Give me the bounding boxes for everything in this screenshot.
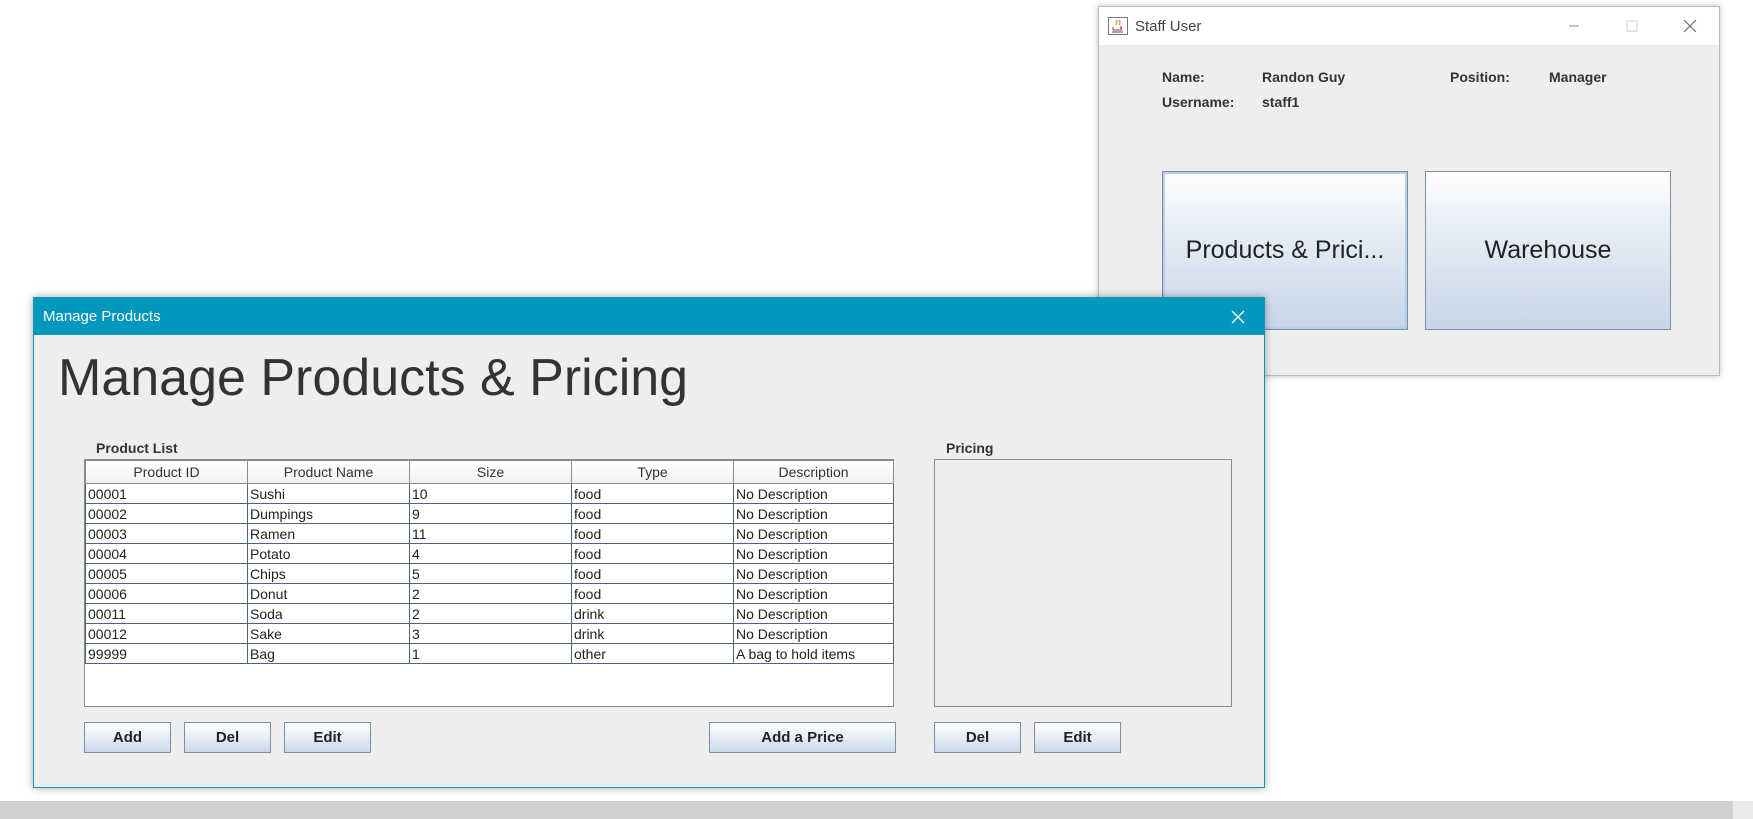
cell-size[interactable]: 9: [409, 503, 572, 524]
position-label: Position:: [1450, 69, 1510, 85]
cell-product-name[interactable]: Potato: [247, 543, 410, 564]
product-list-label: Product List: [96, 440, 178, 456]
manage-window-title: Manage Products: [43, 308, 161, 325]
cell-size[interactable]: 2: [409, 603, 572, 624]
desktop-bottom-bar: [0, 801, 1753, 819]
cell-product-name[interactable]: Chips: [247, 563, 410, 584]
add-product-button[interactable]: Add: [84, 722, 171, 753]
cell-product-id[interactable]: 00012: [85, 623, 248, 644]
maximize-button[interactable]: [1603, 7, 1661, 45]
scrollbar-corner: [1733, 801, 1753, 819]
table-row[interactable]: 00004 Potato 4 food No Description: [85, 543, 894, 564]
manage-products-window: Manage Products Manage Products & Pricin…: [33, 297, 1265, 788]
page-title: Manage Products & Pricing: [58, 349, 689, 407]
delete-product-button[interactable]: Del: [184, 722, 271, 753]
column-header[interactable]: Type: [571, 460, 734, 484]
cell-size[interactable]: 10: [409, 483, 572, 504]
cell-type[interactable]: food: [571, 483, 734, 504]
table-row[interactable]: 00012 Sake 3 drink No Description: [85, 623, 894, 644]
add-price-button[interactable]: Add a Price: [709, 722, 896, 753]
cell-product-id[interactable]: 00002: [85, 503, 248, 524]
cell-product-name[interactable]: Ramen: [247, 523, 410, 544]
cell-description[interactable]: A bag to hold items: [733, 643, 894, 664]
column-header[interactable]: Description: [733, 460, 894, 484]
column-header[interactable]: Product ID: [85, 460, 248, 484]
cell-size[interactable]: 11: [409, 523, 572, 544]
table-row[interactable]: 99999 Bag 1 other A bag to hold items: [85, 643, 894, 664]
pricing-list[interactable]: [934, 459, 1232, 707]
cell-description[interactable]: No Description: [733, 563, 894, 584]
cell-product-id[interactable]: 99999: [85, 643, 248, 664]
cell-description[interactable]: No Description: [733, 603, 894, 624]
cell-description[interactable]: No Description: [733, 523, 894, 544]
column-header[interactable]: Product Name: [247, 460, 410, 484]
cell-size[interactable]: 3: [409, 623, 572, 644]
cell-product-id[interactable]: 00004: [85, 543, 248, 564]
cell-product-name[interactable]: Donut: [247, 583, 410, 604]
product-table-container[interactable]: Product ID Product Name Size Type Descri…: [84, 459, 894, 707]
table-row[interactable]: 00011 Soda 2 drink No Description: [85, 603, 894, 624]
cell-product-id[interactable]: 00006: [85, 583, 248, 604]
delete-price-button[interactable]: Del: [934, 722, 1021, 753]
pricing-label: Pricing: [946, 440, 994, 456]
product-table[interactable]: Product ID Product Name Size Type Descri…: [85, 460, 894, 664]
cell-size[interactable]: 5: [409, 563, 572, 584]
username-label: Username:: [1162, 94, 1235, 110]
cell-product-id[interactable]: 00001: [85, 483, 248, 504]
close-icon: [1683, 19, 1697, 33]
cell-product-id[interactable]: 00003: [85, 523, 248, 544]
cell-type[interactable]: other: [571, 643, 734, 664]
cell-type[interactable]: food: [571, 583, 734, 604]
cell-product-name[interactable]: Sushi: [247, 483, 410, 504]
minimize-icon: [1569, 25, 1579, 27]
minimize-button[interactable]: [1545, 7, 1603, 45]
edit-product-button[interactable]: Edit: [284, 722, 371, 753]
position-value: Manager: [1549, 69, 1607, 85]
cell-product-name[interactable]: Sake: [247, 623, 410, 644]
table-header-row: Product ID Product Name Size Type Descri…: [85, 460, 894, 484]
close-icon: [1231, 310, 1245, 323]
manage-close-button[interactable]: [1212, 298, 1264, 335]
java-app-icon: [1108, 17, 1128, 35]
staff-window-title-bar[interactable]: Staff User: [1099, 7, 1719, 45]
cell-product-name[interactable]: Dumpings: [247, 503, 410, 524]
close-button[interactable]: [1661, 7, 1719, 45]
cell-product-id[interactable]: 00011: [85, 603, 248, 624]
cell-size[interactable]: 2: [409, 583, 572, 604]
table-row[interactable]: 00005 Chips 5 food No Description: [85, 563, 894, 584]
cell-description[interactable]: No Description: [733, 623, 894, 644]
cell-product-name[interactable]: Soda: [247, 603, 410, 624]
cell-product-name[interactable]: Bag: [247, 643, 410, 664]
edit-price-button[interactable]: Edit: [1034, 722, 1121, 753]
table-row[interactable]: 00003 Ramen 11 food No Description: [85, 523, 894, 544]
cell-type[interactable]: food: [571, 543, 734, 564]
cell-description[interactable]: No Description: [733, 503, 894, 524]
manage-window-title-bar[interactable]: Manage Products: [34, 298, 1264, 335]
table-row[interactable]: 00001 Sushi 10 food No Description: [85, 483, 894, 504]
column-header[interactable]: Size: [409, 460, 572, 484]
cell-size[interactable]: 4: [409, 543, 572, 564]
name-value: Randon Guy: [1262, 69, 1346, 85]
cell-description[interactable]: No Description: [733, 543, 894, 564]
table-row[interactable]: 00006 Donut 2 food No Description: [85, 583, 894, 604]
warehouse-button[interactable]: Warehouse: [1425, 171, 1671, 330]
cell-type[interactable]: drink: [571, 603, 734, 624]
cell-description[interactable]: No Description: [733, 483, 894, 504]
cell-product-id[interactable]: 00005: [85, 563, 248, 584]
table-row[interactable]: 00002 Dumpings 9 food No Description: [85, 503, 894, 524]
cell-size[interactable]: 1: [409, 643, 572, 664]
cell-description[interactable]: No Description: [733, 583, 894, 604]
cell-type[interactable]: food: [571, 503, 734, 524]
username-value: staff1: [1262, 94, 1300, 110]
maximize-icon: [1626, 20, 1638, 32]
cell-type[interactable]: food: [571, 563, 734, 584]
cell-type[interactable]: drink: [571, 623, 734, 644]
name-label: Name:: [1162, 69, 1205, 85]
staff-window-title: Staff User: [1135, 18, 1202, 35]
cell-type[interactable]: food: [571, 523, 734, 544]
